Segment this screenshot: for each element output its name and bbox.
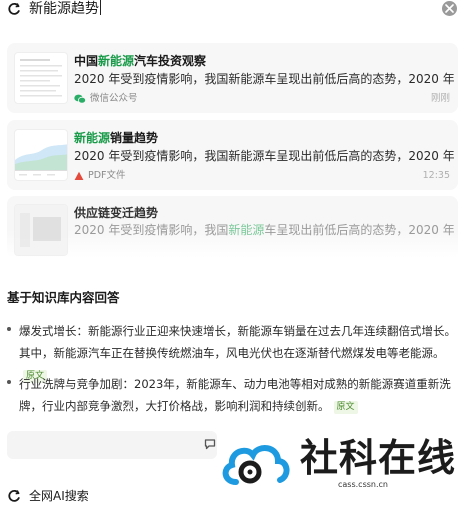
chat-icon [204, 439, 216, 450]
result-title[interactable]: 新能源销量趋势 [74, 130, 158, 146]
snippet-highlight: 新能源 [228, 223, 265, 237]
result-card[interactable]: 新能源销量趋势 2020 年受到疫情影响，我国新能源车呈现出前低后高的态势，20… [7, 120, 458, 190]
ai-search-icon [8, 2, 20, 15]
source-label: 微信公众号 [90, 93, 138, 104]
bullet-dot [7, 380, 11, 384]
result-snippet: 2020 年受到疫情影响，我国新能源车呈现出前低后高的态势，2020 年上… [74, 149, 454, 163]
result-title[interactable]: 中国新能源汽车投资观察 [74, 53, 206, 69]
chart-thumbnail [14, 129, 68, 181]
web-ai-search-link[interactable]: 全网AI搜索 [7, 487, 89, 505]
answer-bullet: 行业洗牌与竞争加剧：2023年，新能源车、动力电池等相对成熟的新能源赛道重新洗牌… [7, 373, 459, 419]
title-highlight: 新能源 [74, 131, 111, 145]
web-ai-search-label: 全网AI搜索 [29, 489, 89, 503]
answer-body: 爆发式增长：新能源行业正迎来快速增长，新能源车销量在过去几年连续翻倍式增长。其中… [19, 324, 456, 360]
clear-button[interactable] [442, 1, 457, 16]
watermark-url: cass.cssn.cn [338, 480, 388, 489]
title-highlight: 新能源 [98, 54, 135, 68]
result-time: 刚刚 [430, 93, 450, 104]
area-chart-preview [15, 144, 67, 176]
wechat-icon [74, 94, 86, 104]
answer-section-title: 基于知识库内容回答 [7, 290, 120, 305]
result-card[interactable]: 供应链变迁趋势 2020 年受到疫情影响，我国新能源车呈现出前低后高的态势，20… [7, 196, 458, 258]
snippet-text: 2020 年受到疫情影响，我国 [74, 223, 229, 237]
text-page-preview [20, 59, 62, 97]
answer-body: 行业洗牌与竞争加剧：2023年，新能源车、动力电池等相对成熟的新能源赛道重新洗牌… [19, 377, 451, 413]
result-source: 微信公众号 [74, 93, 138, 105]
result-snippet: 2020 年受到疫情影响，我国新能源车呈现出前低后高的态势，2020 年上… [74, 72, 454, 86]
result-snippet: 2020 年受到疫情影响，我国新能源车呈现出前低后高的态势，2020 年上… [74, 222, 454, 238]
result-card[interactable]: 中国新能源汽车投资观察 2020 年受到疫情影响，我国新能源车呈现出前低后高的态… [7, 43, 458, 113]
image-page-preview [15, 205, 67, 255]
source-label: PDF文件 [88, 170, 126, 181]
result-source: PDF文件 [74, 170, 126, 182]
snippet-text: 车呈现出前低后高的态势，2020 年上… [264, 223, 454, 237]
pdf-icon [74, 171, 84, 180]
ai-search-icon [8, 489, 20, 502]
source-tag[interactable]: 原文 [333, 401, 358, 414]
close-icon [445, 4, 454, 13]
answer-text: 行业洗牌与竞争加剧：2023年，新能源车、动力电池等相对成熟的新能源赛道重新洗牌… [19, 373, 459, 417]
title-text: 供应链变迁趋势 [74, 206, 159, 220]
search-bar[interactable]: 新能源趋势 [0, 0, 467, 22]
document-thumbnail [14, 204, 68, 256]
bullet-dot [7, 327, 11, 331]
site-watermark: 社科在线 cass.cssn.cn [218, 428, 467, 494]
search-input[interactable]: 新能源趋势 [29, 0, 101, 18]
result-title[interactable]: 供应链变迁趋势 [74, 205, 158, 221]
title-text: 中国 [74, 54, 99, 68]
document-thumbnail [14, 52, 68, 104]
answer-bullet: 爆发式增长：新能源行业正迎来快速增长，新能源车销量在过去几年连续翻倍式增长。其中… [7, 320, 459, 383]
search-query-text: 新能源趋势 [29, 1, 99, 17]
follow-up-input[interactable] [7, 431, 217, 459]
title-text: 汽车投资观察 [134, 54, 207, 68]
result-time: 12:35 [422, 170, 450, 181]
watermark-name: 社科在线 [300, 436, 457, 480]
cloud-logo-icon [222, 445, 290, 485]
title-text: 销量趋势 [110, 131, 159, 145]
text-cursor [100, 0, 101, 15]
